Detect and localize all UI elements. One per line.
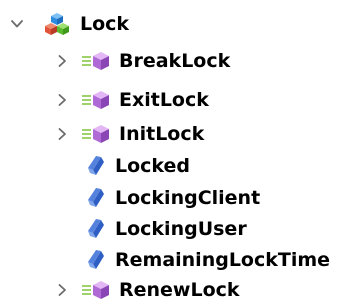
tree-node-locked[interactable]: Locked: [87, 149, 190, 183]
method-icon: [81, 123, 111, 145]
tree-node-initlock[interactable]: InitLock: [53, 117, 204, 151]
tree-node-label: Lock: [80, 12, 130, 35]
tree-node-breaklock[interactable]: BreakLock: [53, 44, 230, 78]
tree-node-exitlock[interactable]: ExitLock: [53, 83, 209, 117]
chevron-right-icon[interactable]: [53, 281, 71, 299]
method-icon: [81, 50, 111, 72]
tree-node-label: Locked: [115, 154, 191, 177]
property-icon: [87, 250, 105, 270]
object-browser-tree: Lock BreakLock ExitLock InitLock Locked …: [0, 0, 352, 302]
chevron-right-icon[interactable]: [53, 125, 71, 143]
property-icon: [87, 156, 105, 176]
tree-node-lockinguser[interactable]: LockingUser: [87, 212, 247, 246]
chevron-down-icon[interactable]: [8, 15, 26, 33]
method-icon: [81, 89, 111, 111]
tree-node-label: LockingUser: [115, 217, 247, 240]
tree-node-label: InitLock: [119, 122, 205, 145]
tree-node-lock[interactable]: Lock: [8, 7, 129, 41]
tree-node-label: BreakLock: [119, 49, 231, 72]
tree-node-lockingclient[interactable]: LockingClient: [87, 181, 260, 215]
tree-node-remaininglocktime[interactable]: RemainingLockTime: [87, 243, 330, 277]
chevron-right-icon[interactable]: [53, 91, 71, 109]
tree-node-label: RenewLock: [119, 278, 240, 301]
property-icon: [87, 188, 105, 208]
tree-node-label: RemainingLockTime: [115, 248, 331, 271]
method-icon: [81, 279, 111, 301]
class-icon: [44, 12, 70, 36]
tree-node-label: LockingClient: [115, 186, 261, 209]
chevron-right-icon[interactable]: [53, 52, 71, 70]
property-icon: [87, 219, 105, 239]
tree-node-label: ExitLock: [119, 88, 209, 111]
